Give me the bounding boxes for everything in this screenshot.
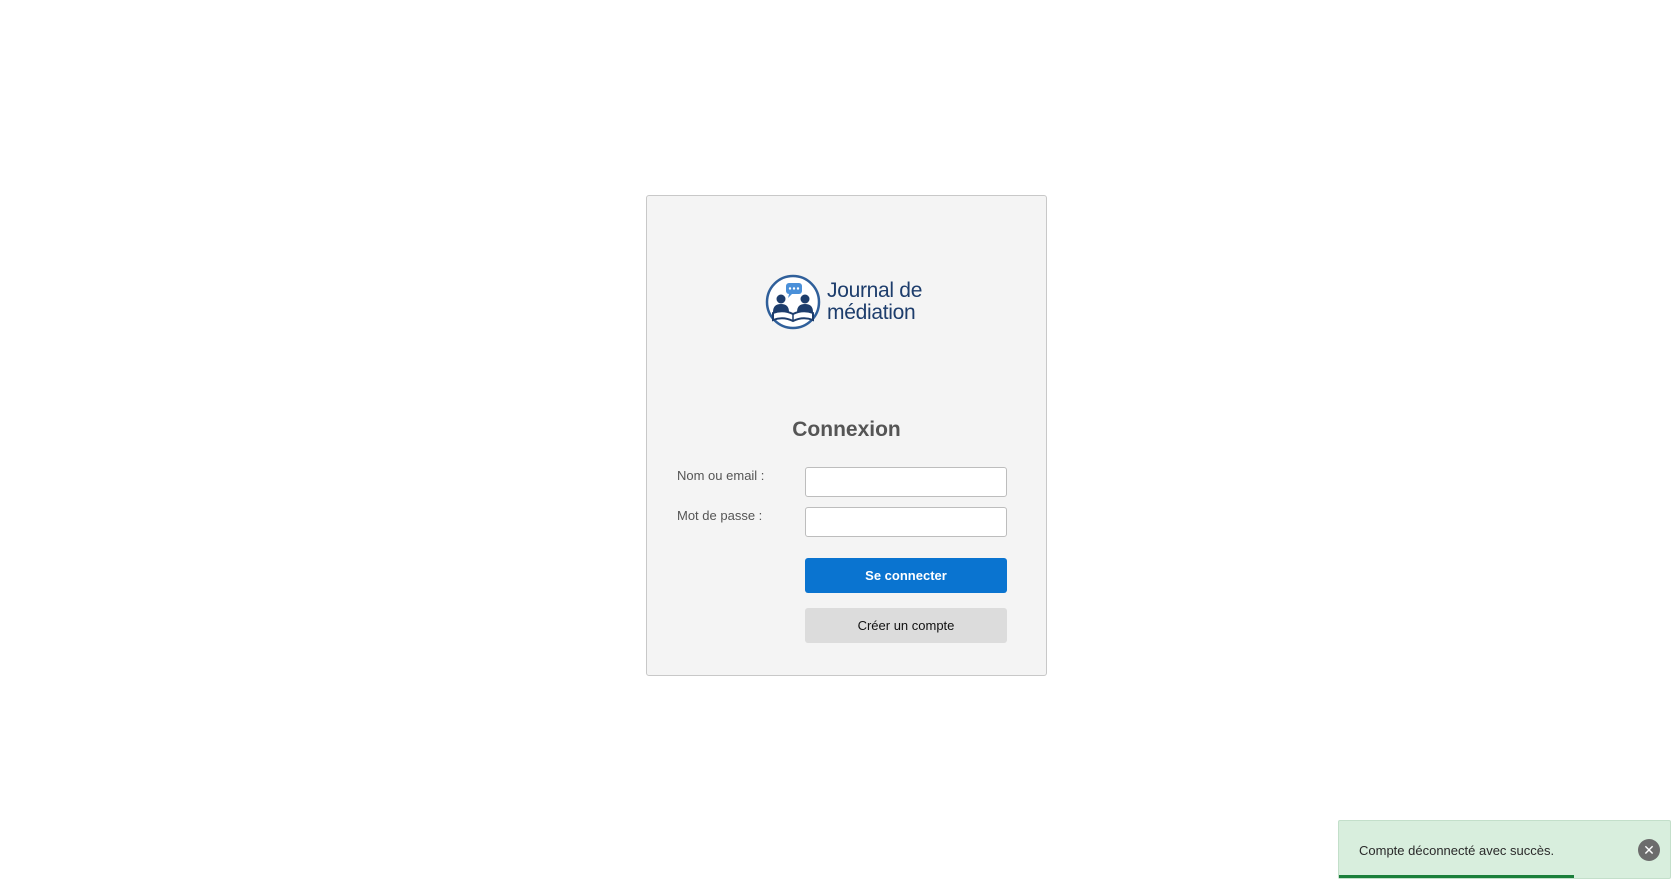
app-logo: Journal de médiation (765, 274, 922, 330)
name-email-label: Nom ou email : (677, 468, 765, 483)
logo-line-1: Journal de (827, 279, 923, 302)
logout-success-toast: Compte déconnecté avec succès. ✕ (1338, 820, 1671, 879)
toast-progress-bar (1339, 875, 1574, 878)
login-button[interactable]: Se connecter (805, 558, 1007, 593)
page-title: Connexion (792, 418, 901, 441)
login-page: Journal de médiation Connexion Nom ou em… (0, 0, 1680, 887)
login-card: Journal de médiation Connexion Nom ou em… (646, 195, 1047, 676)
password-input[interactable] (805, 507, 1007, 537)
mediation-logo-icon (765, 274, 821, 330)
close-icon[interactable]: ✕ (1638, 839, 1660, 861)
toast-message: Compte déconnecté avec succès. (1359, 843, 1555, 858)
logo-line-2: médiation (827, 301, 916, 324)
name-email-input[interactable] (805, 467, 1007, 497)
logo-wordmark: Journal de médiation (827, 280, 922, 324)
password-label: Mot de passe : (677, 508, 763, 523)
create-account-button[interactable]: Créer un compte (805, 608, 1007, 643)
